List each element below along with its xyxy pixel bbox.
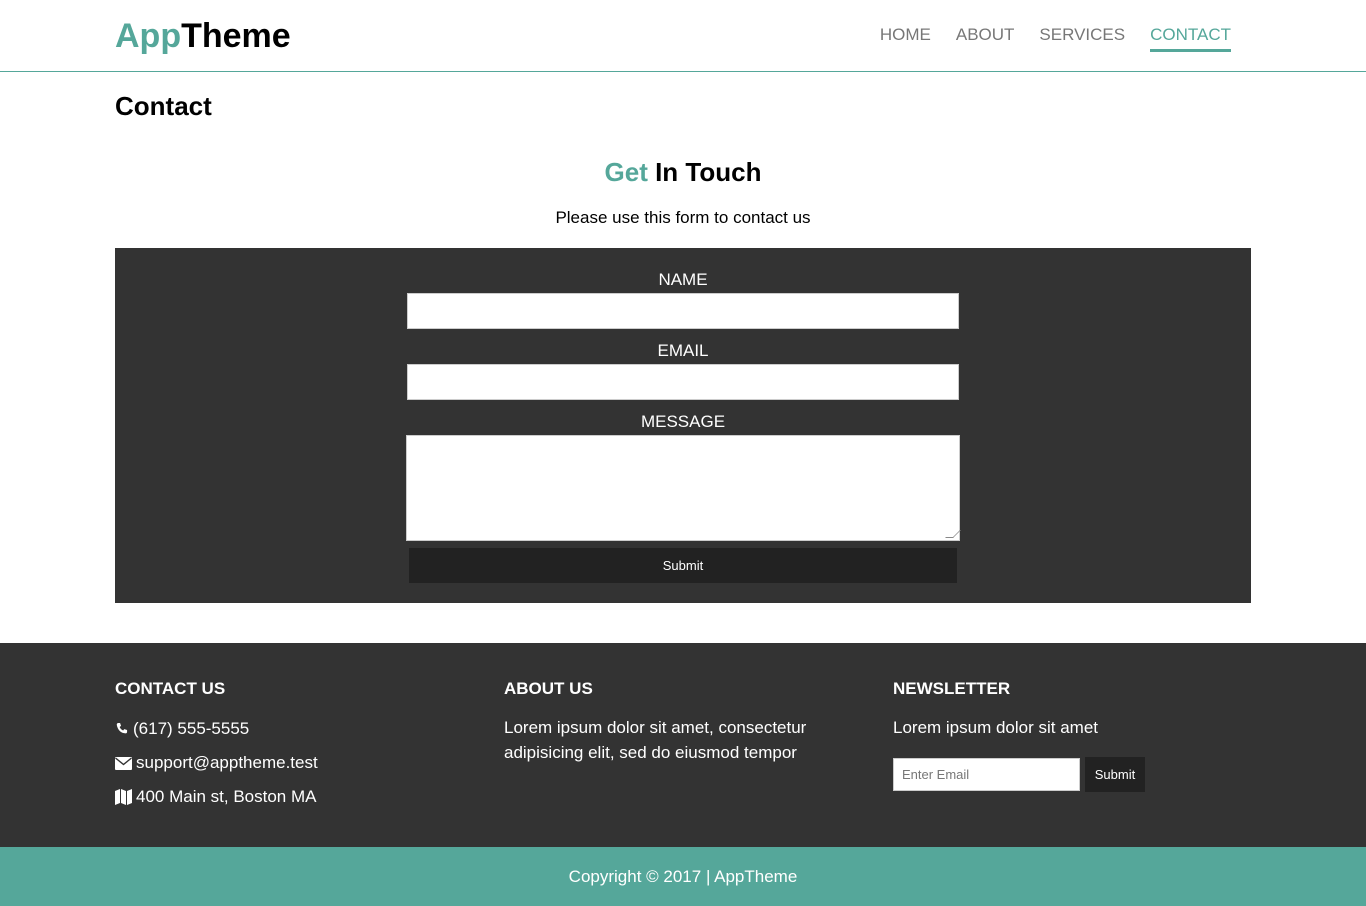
footer-newsletter-title: NEWSLETTER <box>893 679 1011 698</box>
footer-address: 400 Main st, Boston MA <box>115 787 318 807</box>
contact-subheading: Please use this form to contact us <box>555 208 811 227</box>
page-title: Contact <box>115 91 212 121</box>
footer-contact-title: CONTACT US <box>115 679 226 698</box>
main-nav: HOME ABOUT SERVICES CONTACT <box>880 24 1231 52</box>
footer-phone: (617) 555-5555 <box>115 719 318 739</box>
footer-about-title: ABOUT US <box>504 679 593 698</box>
copyright-bar: Copyright © 2017 | AppTheme <box>0 847 1366 906</box>
site-logo[interactable]: AppTheme <box>115 16 291 56</box>
message-textarea[interactable] <box>406 435 961 541</box>
newsletter-email-input[interactable]: Enter Email <box>893 758 1080 791</box>
site-footer: CONTACT US (617) 555-5555 support@appthe… <box>0 643 1366 847</box>
envelope-icon <box>115 756 132 770</box>
resize-grip-icon[interactable] <box>945 530 961 538</box>
newsletter-submit-button[interactable]: Submit <box>1085 757 1145 792</box>
logo-main: Theme <box>181 17 291 55</box>
site-header: AppTheme HOME ABOUT SERVICES CONTACT <box>0 0 1366 72</box>
nav-home[interactable]: HOME <box>880 24 931 52</box>
footer-about-text: Lorem ipsum dolor sit amet, consectetur … <box>504 718 807 762</box>
footer-contact: CONTACT US (617) 555-5555 support@appthe… <box>115 679 318 821</box>
nav-contact[interactable]: CONTACT <box>1150 24 1231 52</box>
nav-about[interactable]: ABOUT <box>956 24 1015 52</box>
footer-newsletter-text: Lorem ipsum dolor sit amet <box>893 718 1099 737</box>
contact-submit-button[interactable]: Submit <box>409 548 957 583</box>
logo-accent: App <box>115 17 182 55</box>
footer-phone-text: (617) 555-5555 <box>133 719 250 738</box>
heading-accent: Get <box>604 157 648 187</box>
name-label: NAME <box>658 270 708 289</box>
footer-email-text[interactable]: support@apptheme.test <box>136 753 318 773</box>
contact-form: NAME EMAIL MESSAGE Submit <box>115 248 1251 603</box>
footer-about: ABOUT US Lorem ipsum dolor sit amet, con… <box>504 679 844 765</box>
phone-icon <box>116 723 128 734</box>
message-label: MESSAGE <box>640 412 726 431</box>
heading-main: In Touch <box>647 157 762 187</box>
contact-heading: Get In Touch <box>0 157 1366 187</box>
newsletter-form: Enter Email Submit <box>893 757 1145 792</box>
footer-address-text: 400 Main st, Boston MA <box>136 787 317 806</box>
email-input[interactable] <box>407 364 959 400</box>
map-icon <box>115 789 132 805</box>
email-label: EMAIL <box>657 341 709 360</box>
footer-newsletter: NEWSLETTER Lorem ipsum dolor sit amet En… <box>893 679 1145 792</box>
name-input[interactable] <box>407 293 959 329</box>
nav-services[interactable]: SERVICES <box>1039 24 1125 52</box>
footer-email: support@apptheme.test <box>115 753 318 773</box>
